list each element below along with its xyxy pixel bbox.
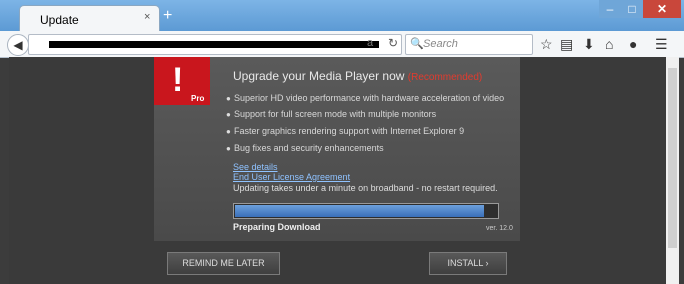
progress-fill [235,205,484,217]
bullet-icon: ● [226,94,231,103]
url-bar[interactable]: a ↻ [28,34,402,55]
feature-item: Superior HD video performance with hardw… [234,93,505,103]
bullet-icon: ● [226,127,231,136]
player-logo: ! Pro [154,57,210,105]
search-icon: 🔍 [410,38,424,50]
headline: Upgrade your Media Player now (Recommend… [233,69,482,83]
exclamation-icon: ! [172,61,184,99]
scrollbar-thumb[interactable] [668,68,677,248]
maximize-button[interactable]: □ [621,0,643,18]
remind-me-later-button[interactable]: REMIND ME LATER [167,252,280,275]
scrollbar[interactable] [666,57,679,284]
bullet-icon: ● [226,144,231,153]
headline-text: Upgrade your Media Player now [233,69,405,83]
close-window-button[interactable]: ✕ [643,0,681,18]
see-details-link[interactable]: See details [233,162,278,172]
navigation-toolbar: ◀ a ↻ 🔍 Search ☆ ▤ ⬇ ⌂ ● ☰ [0,31,684,58]
menu-icon[interactable]: ☰ [655,36,668,53]
home-icon[interactable]: ⌂ [605,36,613,52]
feature-item: Bug fixes and security enhancements [234,143,384,153]
progress-label: Preparing Download [233,222,321,232]
eula-link[interactable]: End User License Agreement [233,172,350,182]
bullet-icon: ● [226,110,231,119]
tab-title: Update [40,13,79,27]
download-icon[interactable]: ⬇ [583,36,595,53]
chat-icon[interactable]: ● [629,36,637,52]
search-box[interactable]: 🔍 Search [405,34,533,55]
star-icon[interactable]: ☆ [540,36,553,53]
back-button[interactable]: ◀ [7,34,29,56]
minimize-button[interactable]: – [599,0,621,18]
reload-icon[interactable]: ↻ [388,36,398,50]
new-tab-button[interactable]: + [163,7,172,25]
recommended-label: (Recommended) [407,72,483,83]
feature-item: Faster graphics rendering support with I… [234,126,465,136]
pro-badge: Pro [191,94,205,103]
browser-titlebar: Update × + – □ ✕ [0,0,684,32]
reading-list-icon[interactable]: ▤ [560,36,573,53]
url-text: a [367,37,374,49]
tab-close-icon[interactable]: × [144,11,150,23]
install-button[interactable]: INSTALL › [429,252,507,275]
search-placeholder: Search [423,38,458,50]
download-progress-bar [233,203,499,219]
updating-note: Updating takes under a minute on broadba… [233,183,498,193]
feature-item: Support for full screen mode with multip… [234,109,437,119]
version-label: ver. 12.0 [486,225,513,232]
browser-tab[interactable]: Update × [19,5,160,32]
redacted-url [49,41,379,48]
